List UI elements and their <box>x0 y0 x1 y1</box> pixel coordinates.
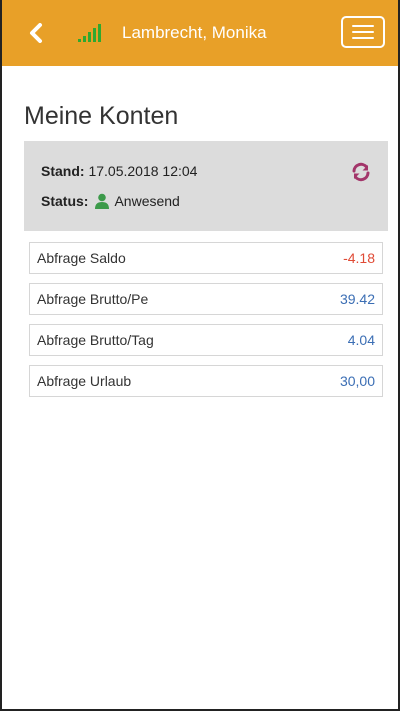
account-label: Abfrage Brutto/Pe <box>37 291 149 307</box>
status-line: Status: Anwesend <box>41 193 180 209</box>
hamburger-menu-icon <box>352 25 374 27</box>
chevron-left-icon <box>30 23 42 43</box>
account-value: -4.18 <box>343 250 375 266</box>
signal-strength-icon <box>78 24 102 42</box>
app-header: Lambrecht, Monika <box>0 0 400 66</box>
accounts-list: Abfrage Saldo -4.18 Abfrage Brutto/Pe 39… <box>29 242 383 406</box>
header-title: Lambrecht, Monika <box>122 23 267 42</box>
page-title: Meine Konten <box>24 102 179 130</box>
account-value: 30,00 <box>339 373 375 389</box>
account-row-brutto-tag[interactable]: Abfrage Brutto/Tag 4.04 <box>29 324 383 356</box>
account-value: 39.42 <box>339 291 375 307</box>
refresh-icon[interactable] <box>350 161 372 183</box>
account-value: 4.04 <box>347 332 375 348</box>
menu-button[interactable] <box>341 16 385 48</box>
account-label: Abfrage Saldo <box>37 250 126 266</box>
stand-line: Stand: 17.05.2018 12:04 <box>41 163 197 179</box>
account-label: Abfrage Urlaub <box>37 373 132 389</box>
status-panel: Stand: 17.05.2018 12:04 Status: Anwesend <box>24 141 388 231</box>
status-value: Anwesend <box>114 193 180 209</box>
account-label: Abfrage Brutto/Tag <box>37 332 154 348</box>
account-row-urlaub[interactable]: Abfrage Urlaub 30,00 <box>29 365 383 397</box>
account-row-saldo[interactable]: Abfrage Saldo -4.18 <box>29 242 383 274</box>
back-button[interactable] <box>26 21 46 45</box>
stand-value: 17.05.2018 12:04 <box>88 163 198 179</box>
person-icon <box>95 193 110 209</box>
account-row-brutto-pe[interactable]: Abfrage Brutto/Pe 39.42 <box>29 283 383 315</box>
status-label: Status: <box>41 193 89 209</box>
stand-label: Stand: <box>41 163 85 179</box>
